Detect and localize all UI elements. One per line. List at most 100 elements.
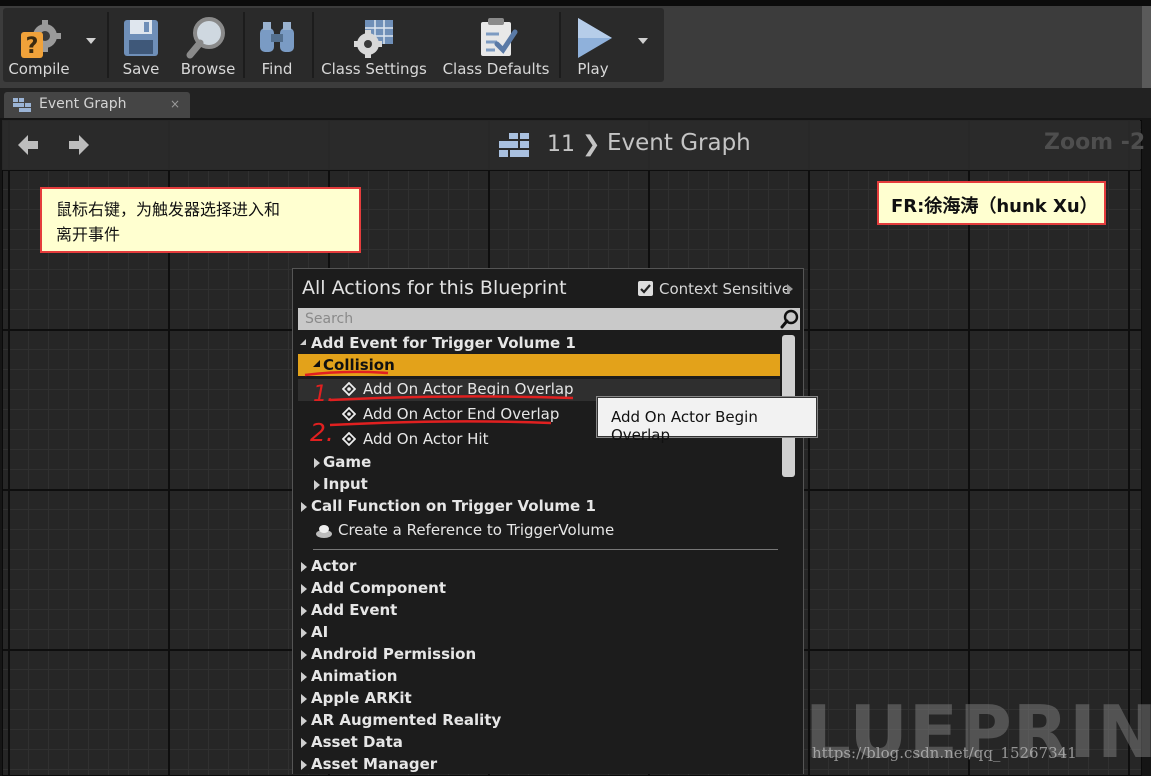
category-label: Game (323, 453, 372, 471)
class-defaults-checklist-icon (481, 18, 518, 56)
find-binoculars-icon (260, 22, 294, 52)
search-icon[interactable] (780, 309, 800, 329)
browse-button[interactable]: Browse (176, 8, 240, 82)
expand-triangle-icon[interactable] (301, 502, 307, 512)
search-input[interactable] (298, 308, 800, 330)
category-label: AR Augmented Reality (311, 711, 502, 729)
category-animation[interactable]: Animation (293, 666, 783, 688)
action-menu-title: All Actions for this Blueprint (302, 277, 567, 299)
event-diamond-icon (342, 432, 356, 446)
expand-triangle-icon[interactable] (301, 562, 307, 572)
close-tab-icon[interactable]: × (170, 97, 180, 111)
find-label: Find (261, 60, 293, 78)
action-label: Add On Actor Begin Overlap (363, 380, 574, 398)
category-apple-arkit[interactable]: Apple ARKit (293, 688, 783, 710)
toolbar-separator (559, 12, 561, 78)
expand-triangle-icon[interactable] (301, 672, 307, 682)
toolbar-edge (1142, 6, 1151, 88)
play-icon (578, 18, 612, 58)
category-add-event[interactable]: Add Event (293, 600, 783, 622)
action-create-reference-trigger-volume[interactable]: Create a Reference to TriggerVolume (293, 520, 783, 542)
context-sensitive-checkbox[interactable] (638, 281, 653, 296)
breadcrumb-separator-icon: ❯ (582, 132, 601, 157)
expand-triangle-icon[interactable] (301, 650, 307, 660)
category-android-permission[interactable]: Android Permission (293, 644, 783, 666)
category-add-event-trigger-volume[interactable]: Add Event for Trigger Volume 1 (293, 333, 783, 355)
expand-triangle-icon[interactable] (301, 628, 307, 638)
category-ar-augmented-reality[interactable]: AR Augmented Reality (293, 710, 783, 732)
play-label: Play (577, 60, 609, 78)
expand-triangle-icon[interactable] (301, 694, 307, 704)
expand-triangle-icon[interactable] (301, 760, 307, 770)
breadcrumb-blueprint-number[interactable]: 11 (547, 132, 575, 157)
tab-label: Event Graph (39, 96, 127, 112)
breadcrumb-graph-title: Event Graph (607, 130, 751, 156)
save-label: Save (122, 60, 160, 78)
toolbar-separator (107, 12, 109, 78)
expand-triangle-icon[interactable] (301, 584, 307, 594)
compile-dropdown-arrow-icon[interactable] (86, 38, 96, 44)
find-button[interactable]: Find (249, 8, 305, 82)
class-settings-gear-icon (354, 20, 393, 58)
play-button[interactable]: Play (565, 8, 621, 82)
compile-label: Compile (8, 60, 70, 78)
category-label: Add Event (311, 601, 398, 619)
action-label: Add On Actor Hit (363, 430, 489, 448)
category-collision[interactable]: Collision (293, 355, 783, 377)
category-call-function-trigger-volume[interactable]: Call Function on Trigger Volume 1 (293, 496, 783, 518)
checkmark-icon (640, 284, 651, 294)
action-label: Add On Actor End Overlap (363, 405, 560, 423)
save-button[interactable]: Save (113, 8, 169, 82)
instruction-note-line-2: 离开事件 (56, 225, 121, 244)
expand-triangle-icon[interactable] (314, 458, 320, 468)
category-add-component[interactable]: Add Component (293, 578, 783, 600)
play-dropdown-arrow-icon[interactable] (638, 38, 648, 44)
svg-text:?: ? (26, 34, 39, 59)
toolbar-separator (243, 12, 245, 78)
category-label: Asset Data (311, 733, 403, 751)
tab-event-graph[interactable]: Event Graph × (4, 92, 190, 118)
event-diamond-icon (342, 407, 356, 421)
forward-arrow-icon[interactable] (67, 133, 91, 157)
category-label: Add Event for Trigger Volume 1 (311, 334, 576, 352)
category-label: Asset Manager (311, 755, 438, 773)
category-ai[interactable]: AI (293, 622, 783, 644)
collapse-triangle-icon[interactable] (313, 360, 320, 367)
expand-triangle-icon[interactable] (314, 480, 320, 490)
graph-icon (13, 98, 31, 112)
expand-triangle-icon[interactable] (301, 716, 307, 726)
category-label: Actor (311, 557, 357, 575)
category-asset-manager[interactable]: Asset Manager (293, 754, 783, 774)
class-defaults-label: Class Defaults (442, 60, 550, 78)
category-label: Animation (311, 667, 398, 685)
category-input[interactable]: Input (293, 474, 783, 496)
zoom-level: Zoom -2 (1044, 130, 1146, 155)
action-label: Create a Reference to TriggerVolume (338, 521, 615, 539)
expand-triangle-icon[interactable] (301, 606, 307, 616)
category-label: Apple ARKit (311, 689, 412, 707)
save-icon (124, 20, 158, 56)
class-settings-button[interactable]: Class Settings (318, 8, 430, 82)
context-sensitive-label: Context Sensitive (659, 280, 791, 298)
category-asset-data[interactable]: Asset Data (293, 732, 783, 754)
back-arrow-icon[interactable] (16, 133, 40, 157)
category-actor[interactable]: Actor (293, 556, 783, 578)
context-expand-arrow-icon[interactable] (787, 284, 793, 294)
category-game[interactable]: Game (293, 452, 783, 474)
instruction-note-line-1: 鼠标右键，为触发器选择进入和 (56, 200, 281, 219)
compile-icon: ? (21, 20, 61, 59)
category-label: Collision (323, 356, 395, 374)
category-label: Add Component (311, 579, 446, 597)
tooltip: Add On Actor Begin Overlap (597, 397, 817, 444)
browse-magnifier-icon (186, 17, 225, 59)
class-defaults-button[interactable]: Class Defaults (440, 8, 552, 82)
action-menu: All Actions for this Blueprint Context S… (292, 268, 804, 774)
reference-icon (316, 525, 332, 538)
collapse-triangle-icon[interactable] (300, 339, 306, 345)
expand-triangle-icon[interactable] (301, 738, 307, 748)
compile-button[interactable]: ? Compile (3, 8, 75, 82)
toolbar-separator (312, 12, 314, 78)
category-label: Android Permission (311, 645, 477, 663)
blueprint-graph-icon (499, 133, 529, 157)
event-diamond-icon (342, 382, 356, 396)
